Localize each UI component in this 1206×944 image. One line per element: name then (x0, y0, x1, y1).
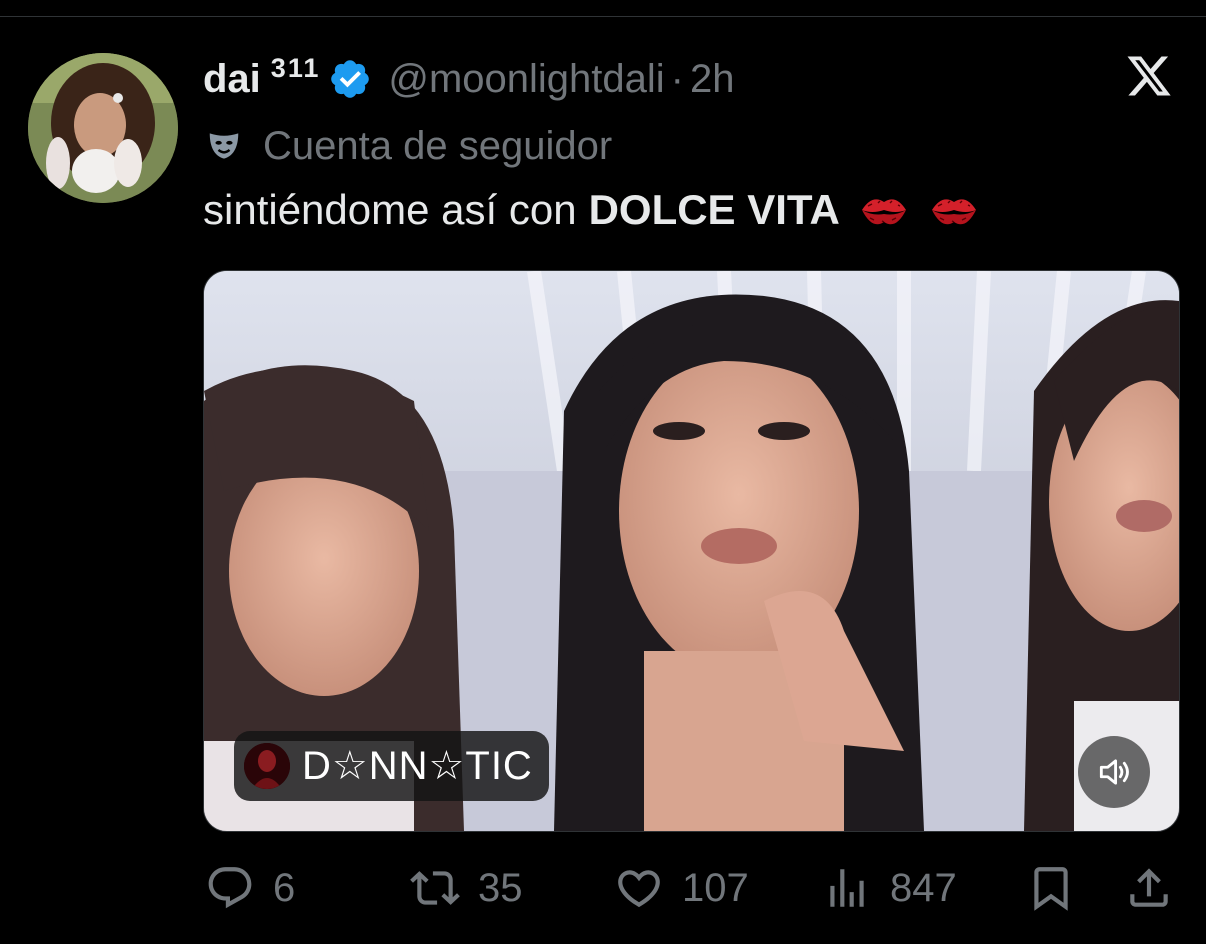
bookmark-icon (1034, 867, 1068, 911)
sound-label: D☆NN☆TIC (302, 744, 533, 788)
volume-button[interactable] (1078, 736, 1150, 808)
avatar[interactable] (28, 53, 178, 203)
like-button[interactable]: 107 (614, 858, 749, 918)
like-count: 107 (682, 865, 749, 910)
video-player[interactable]: D☆NN☆TIC (203, 270, 1180, 832)
verified-badge-icon (331, 60, 370, 98)
analytics-icon (830, 869, 864, 907)
sound-avatar (244, 743, 290, 789)
heart-icon (618, 870, 660, 908)
x-logo-icon[interactable] (1124, 52, 1174, 100)
views-button[interactable]: 847 (822, 858, 957, 918)
tweet-text: sintiéndome así con DOLCE VITA (203, 186, 980, 234)
kiss-mark-icon (931, 199, 976, 225)
share-button[interactable] (1124, 858, 1174, 918)
share-icon (1130, 868, 1168, 907)
action-bar: 6 35 107 847 (0, 858, 1206, 918)
reply-icon (208, 867, 252, 909)
tweet-header: dai 311 @moonlightdali · 2h (203, 52, 735, 106)
timestamp[interactable]: 2h (690, 57, 735, 102)
account-label-text: Cuenta de seguidor (263, 123, 613, 168)
separator-dot: · (670, 56, 684, 101)
kiss-mark-icon (861, 199, 906, 225)
speaker-icon (1099, 759, 1129, 785)
account-label: Cuenta de seguidor (205, 122, 612, 170)
repost-button[interactable]: 35 (410, 858, 523, 918)
tweet-text-prefix: sintiéndome así con (203, 186, 577, 233)
sound-attribution[interactable]: D☆NN☆TIC (234, 731, 549, 801)
mask-icon (209, 133, 239, 159)
repost-icon (410, 871, 460, 905)
top-divider (0, 16, 1206, 17)
bookmark-button[interactable] (1026, 858, 1076, 918)
name-superscript: 311 (270, 52, 321, 83)
reply-count: 6 (273, 865, 296, 910)
views-count: 847 (890, 865, 957, 910)
handle[interactable]: @moonlightdali (388, 57, 664, 102)
repost-count: 35 (478, 865, 523, 910)
reply-button[interactable]: 6 (205, 858, 295, 918)
tweet-text-bold: DOLCE VITA (588, 186, 840, 233)
display-name[interactable]: dai (203, 57, 261, 102)
